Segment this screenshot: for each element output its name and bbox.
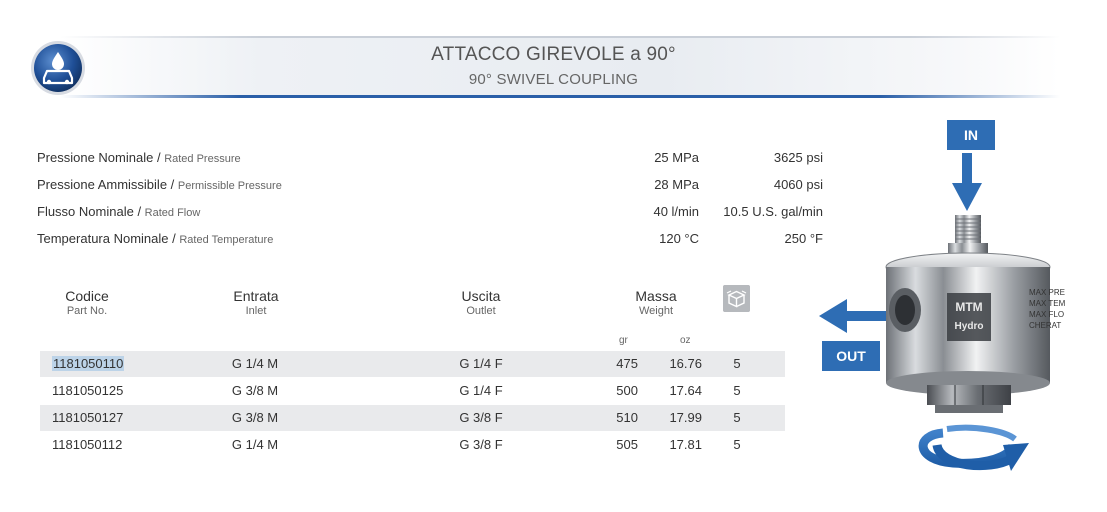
page-subtitle: 90° SWIVEL COUPLING [468,71,639,88]
engraving-text: MAX TEM [1029,299,1066,308]
mass-gr: 475 [616,356,638,371]
spec-metric-value: 28 MPa [654,177,699,192]
col-header-mass: Massa Weight [635,288,677,317]
mass-oz: 17.64 [669,383,702,398]
brand-line2: Hydro [955,321,984,332]
inlet-value: G 3/8 M [231,383,279,398]
table-row: 1181050112 G 1/4 M G 3/8 F 505 17.81 5 [40,432,785,458]
pack-qty: 5 [733,410,741,425]
brand-line1: MTM [955,300,982,314]
spec-label-it: Temperatura Nominale [37,231,169,246]
page-title: ATTACCO GIREVOLE a 90° [431,44,676,65]
package-icon [723,285,750,312]
pack-qty: 5 [733,437,741,452]
spec-label-en: Rated Pressure [164,153,241,165]
spec-imperial-value: 10.5 U.S. gal/min [723,204,823,219]
spec-label-en: Permissible Pressure [177,180,282,192]
spec-imperial-value: 4060 psi [773,177,823,192]
spec-label-en: Rated Flow [144,207,201,219]
part-number[interactable]: 1181050110 [52,356,125,371]
mass-gr: 510 [616,410,638,425]
part-number[interactable]: 1181050127 [52,410,123,425]
col-header-code: Codice Part No. [65,288,109,317]
spec-label-en: Rated Temperature [179,234,274,246]
outlet-value: G 3/8 F [459,437,503,452]
spec-label-it: Flusso Nominale [37,204,134,219]
swivel-coupling-image: MTM Hydro MAX PRE MAX TEM MAX FLO CHERAT [819,153,1066,471]
spec-metric-value: 25 MPa [654,150,699,165]
engraving-text: CHERAT [1029,321,1061,330]
spec-imperial-value: 3625 psi [773,150,823,165]
table-row: 1181050127 G 3/8 M G 3/8 F 510 17.99 5 [40,405,785,431]
mass-gr: 505 [616,437,638,452]
spec-rated-pressure: Pressione Nominale / Rated Pressure 25 M… [37,150,823,165]
spec-label-it: Pressione Ammissibile [37,177,168,192]
header-top-line [60,36,1060,38]
engraving-text: MAX FLO [1029,310,1064,319]
unit-gr: gr [619,335,628,346]
inlet-value: G 3/8 M [231,410,279,425]
part-number[interactable]: 1181050112 [52,437,122,452]
pack-qty: 5 [733,383,741,398]
spec-label-it: Pressione Nominale [37,150,154,165]
inlet-value: G 1/4 M [231,437,279,452]
mass-gr: 500 [616,383,638,398]
col-header-inlet: Entrata Inlet [233,288,279,317]
unit-oz: oz [680,335,691,346]
engraving-text: MAX PRE [1029,288,1065,297]
spec-rated-temperature: Temperatura Nominale / Rated Temperature… [37,231,823,246]
pack-qty: 5 [733,356,741,371]
spec-permissible-pressure: Pressione Ammissibile / Permissible Pres… [37,177,823,192]
table-row: 1181050125 G 3/8 M G 1/4 F 500 17.64 5 [40,378,785,404]
table-row: 1181050110 G 1/4 M G 1/4 F 475 16.76 5 [40,351,785,377]
header-accent-line [60,95,1060,98]
col-header-outlet: Uscita Outlet [461,288,501,317]
spec-metric-value: 40 l/min [653,204,699,219]
spec-imperial-value: 250 °F [784,231,823,246]
mass-oz: 17.81 [669,437,702,452]
part-number[interactable]: 1181050125 [52,383,123,398]
outlet-value: G 1/4 F [459,356,503,371]
rotation-arrow-icon [918,424,1029,471]
outlet-value: G 1/4 F [459,383,503,398]
spec-rated-flow: Flusso Nominale / Rated Flow 40 l/min 10… [37,204,823,219]
outlet-value: G 3/8 F [459,410,503,425]
inlet-value: G 1/4 M [231,356,279,371]
mass-oz: 17.99 [669,410,702,425]
spec-metric-value: 120 °C [659,231,699,246]
mass-oz: 16.76 [669,356,702,371]
